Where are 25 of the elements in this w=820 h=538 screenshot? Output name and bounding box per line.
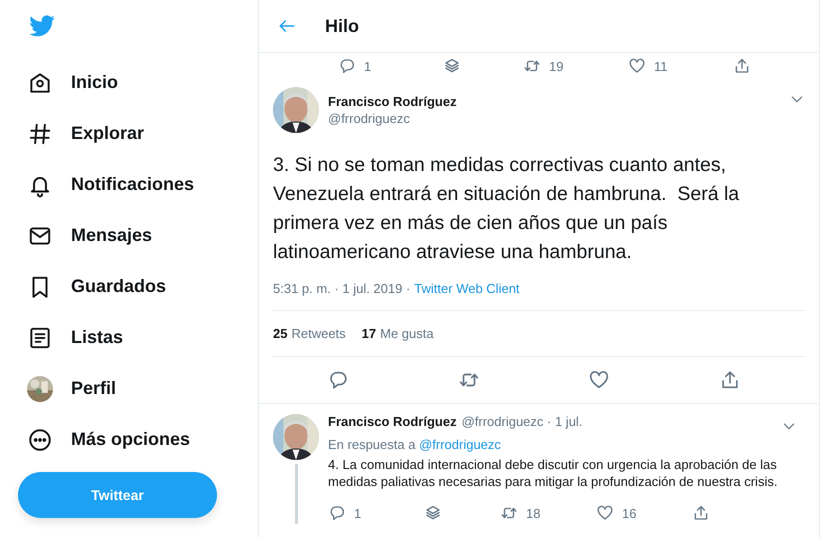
retweets-count[interactable]: 25 Retweets [273,326,346,341]
nav-item[interactable]: Inicio [0,57,258,108]
nav-item[interactable]: Explorar [0,108,258,159]
tweet-text: 4. La comunidad internacional debe discutir con urgencia la aprobación de las medidas paliativas necesarias para mitigar la profundización de nuestra crisis. [328,456,778,490]
nav-item[interactable]: Mensajes [0,210,258,261]
like-button[interactable]: 16 [596,504,692,522]
nav-item[interactable]: Guardados [0,261,258,312]
nav-item[interactable]: Más opciones [0,414,258,465]
tweet-text: 3. Si no se toman medidas correctivas cuanto antes, Venezuela entrará en situación de hambruna. Será la primera vez en más de cien años que un país latinoamericano atraviese una hambruna. [273,153,740,265]
retweet-button[interactable]: 18 [500,504,596,522]
reply-button[interactable]: 1 [338,57,443,75]
author-handle[interactable]: @frrodriguezc [328,111,780,126]
author-name[interactable]: Francisco Rodríguez [328,94,780,109]
author-name[interactable]: Francisco Rodríguez [328,414,457,429]
nav-item[interactable]: Notificaciones [0,159,258,210]
retweet-button[interactable]: 19 [523,57,628,75]
page-title: Hilo [325,16,359,36]
timestamp[interactable]: 5:31 p. m. · 1 jul. 2019 · [273,281,410,296]
nav-item[interactable]: Listas [0,312,258,363]
nav-item[interactable]: Perfil [0,363,258,414]
like-button[interactable]: 11 [628,57,733,75]
reply-context: En respuesta a [328,437,416,452]
author-handle[interactable]: @frrodriguezc · 1 jul. [462,414,582,429]
reply-button[interactable]: 1 [328,504,424,522]
likes-count[interactable]: 17 Me gusta [362,326,434,341]
